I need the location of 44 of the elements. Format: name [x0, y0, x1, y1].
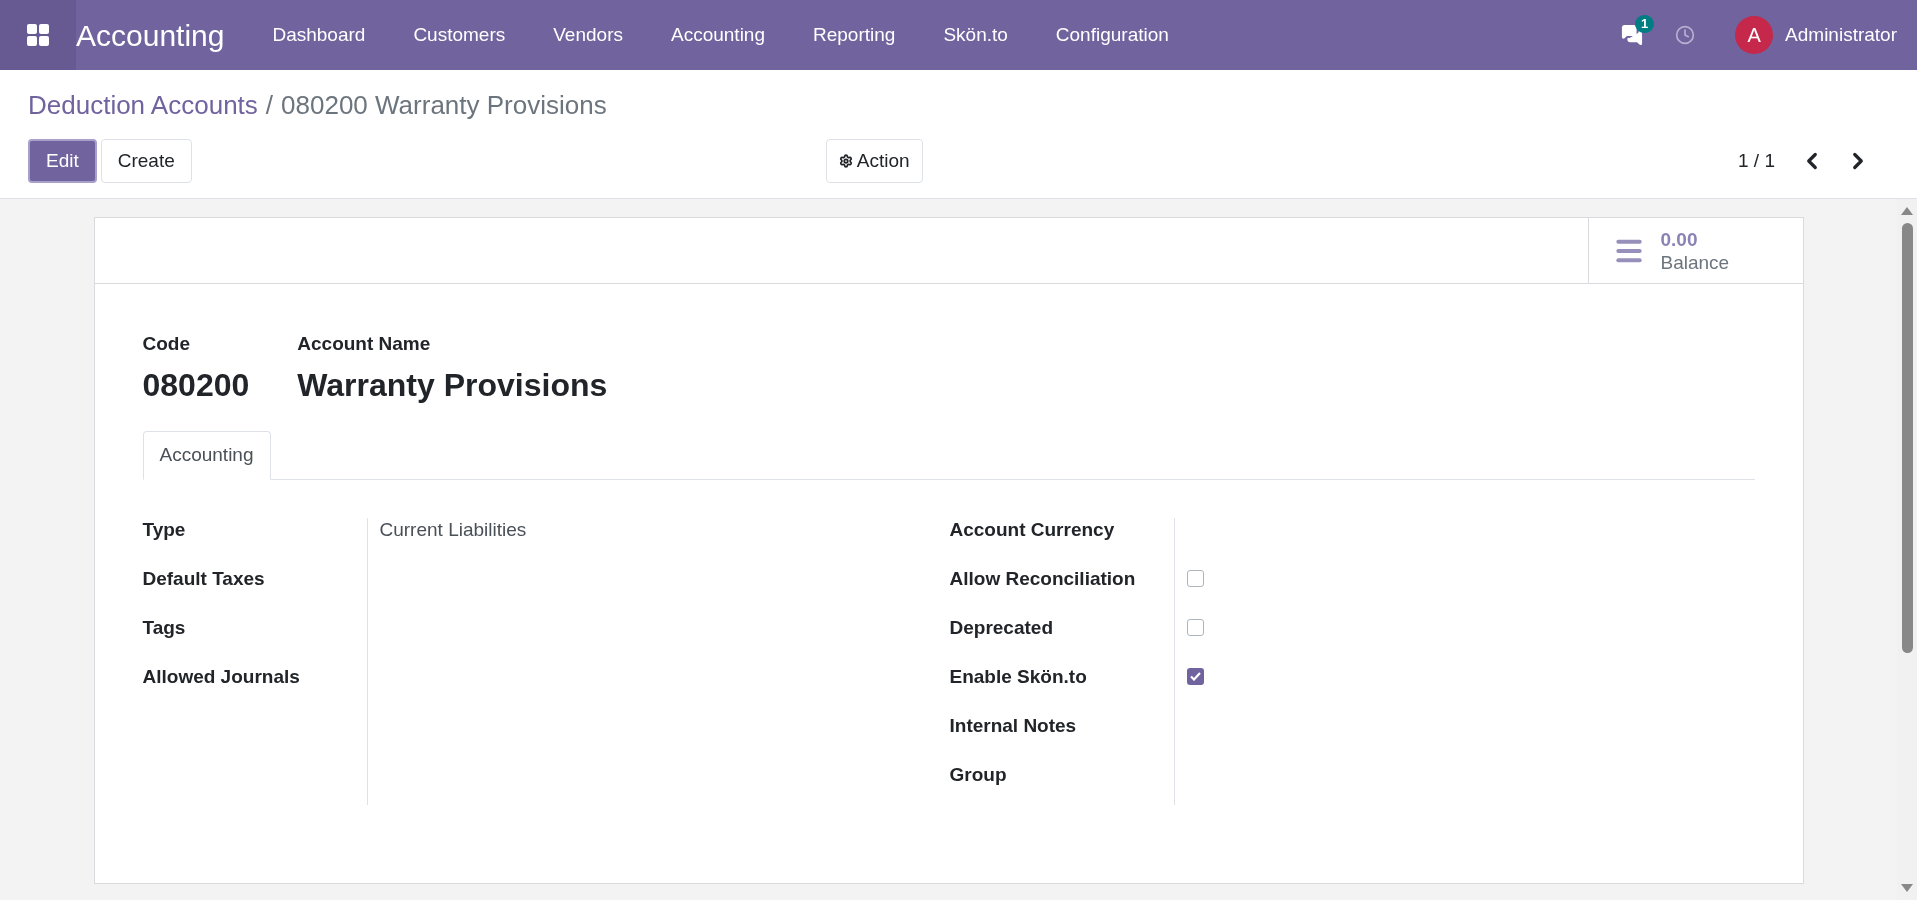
create-button[interactable]: Create — [100, 139, 192, 183]
field-label: Account Currency — [949, 517, 1116, 542]
field-label: Tags — [142, 615, 187, 640]
gear-icon — [838, 154, 853, 168]
app-name[interactable]: Accounting — [76, 12, 225, 58]
menu-item[interactable]: Configuration — [1031, 20, 1193, 50]
breadcrumb-link[interactable]: Deduction Accounts — [28, 86, 258, 125]
menu-item[interactable]: Reporting — [789, 20, 920, 50]
clock-icon[interactable] — [1675, 25, 1696, 45]
apps-menu-icon[interactable] — [0, 0, 76, 70]
check-icon — [1189, 672, 1201, 681]
action-button[interactable]: Action — [825, 139, 923, 183]
edit-button[interactable]: Edit — [28, 139, 97, 183]
checkbox[interactable] — [1186, 619, 1204, 636]
field-label: Allow Reconciliation — [949, 566, 1137, 591]
field-label: Group — [949, 762, 1008, 787]
code-label: Code — [142, 332, 191, 356]
pager-value[interactable]: 1 / 1 — [1738, 146, 1775, 176]
field-value: Current Liabilities — [379, 517, 527, 542]
user-name[interactable]: Administrator — [1785, 20, 1897, 50]
user-avatar[interactable]: A — [1735, 16, 1774, 54]
scroll-up-icon[interactable] — [1901, 207, 1913, 215]
field-label: Internal Notes — [949, 713, 1078, 738]
field-label: Default Taxes — [142, 566, 266, 591]
account-name-value: Warranty Provisions — [297, 365, 608, 405]
field-label: Allowed Journals — [142, 664, 301, 689]
code-value: 080200 — [142, 365, 250, 405]
field-label: Type — [142, 517, 187, 542]
menu-item[interactable]: Skön.to — [919, 20, 1032, 50]
message-count: 1 — [1635, 15, 1655, 33]
account-name-label: Account Name — [297, 332, 432, 356]
menu-item[interactable]: Dashboard — [248, 20, 390, 50]
balance-stat-button[interactable]: 0.00 Balance — [1587, 218, 1803, 283]
checkbox[interactable] — [1186, 570, 1204, 587]
breadcrumb-separator: / — [265, 89, 274, 122]
form-tab[interactable]: Accounting — [142, 430, 271, 480]
field-label: Enable Skön.to — [949, 664, 1088, 689]
menu-item[interactable]: Vendors — [529, 20, 647, 50]
menu-item[interactable]: Customers — [389, 20, 530, 50]
breadcrumb-current: 080200 Warranty Provisions — [281, 89, 607, 122]
checkbox[interactable] — [1186, 668, 1204, 685]
field-label: Deprecated — [949, 615, 1054, 640]
scroll-down-icon[interactable] — [1901, 884, 1913, 892]
menu-item[interactable]: Accounting — [647, 20, 789, 50]
